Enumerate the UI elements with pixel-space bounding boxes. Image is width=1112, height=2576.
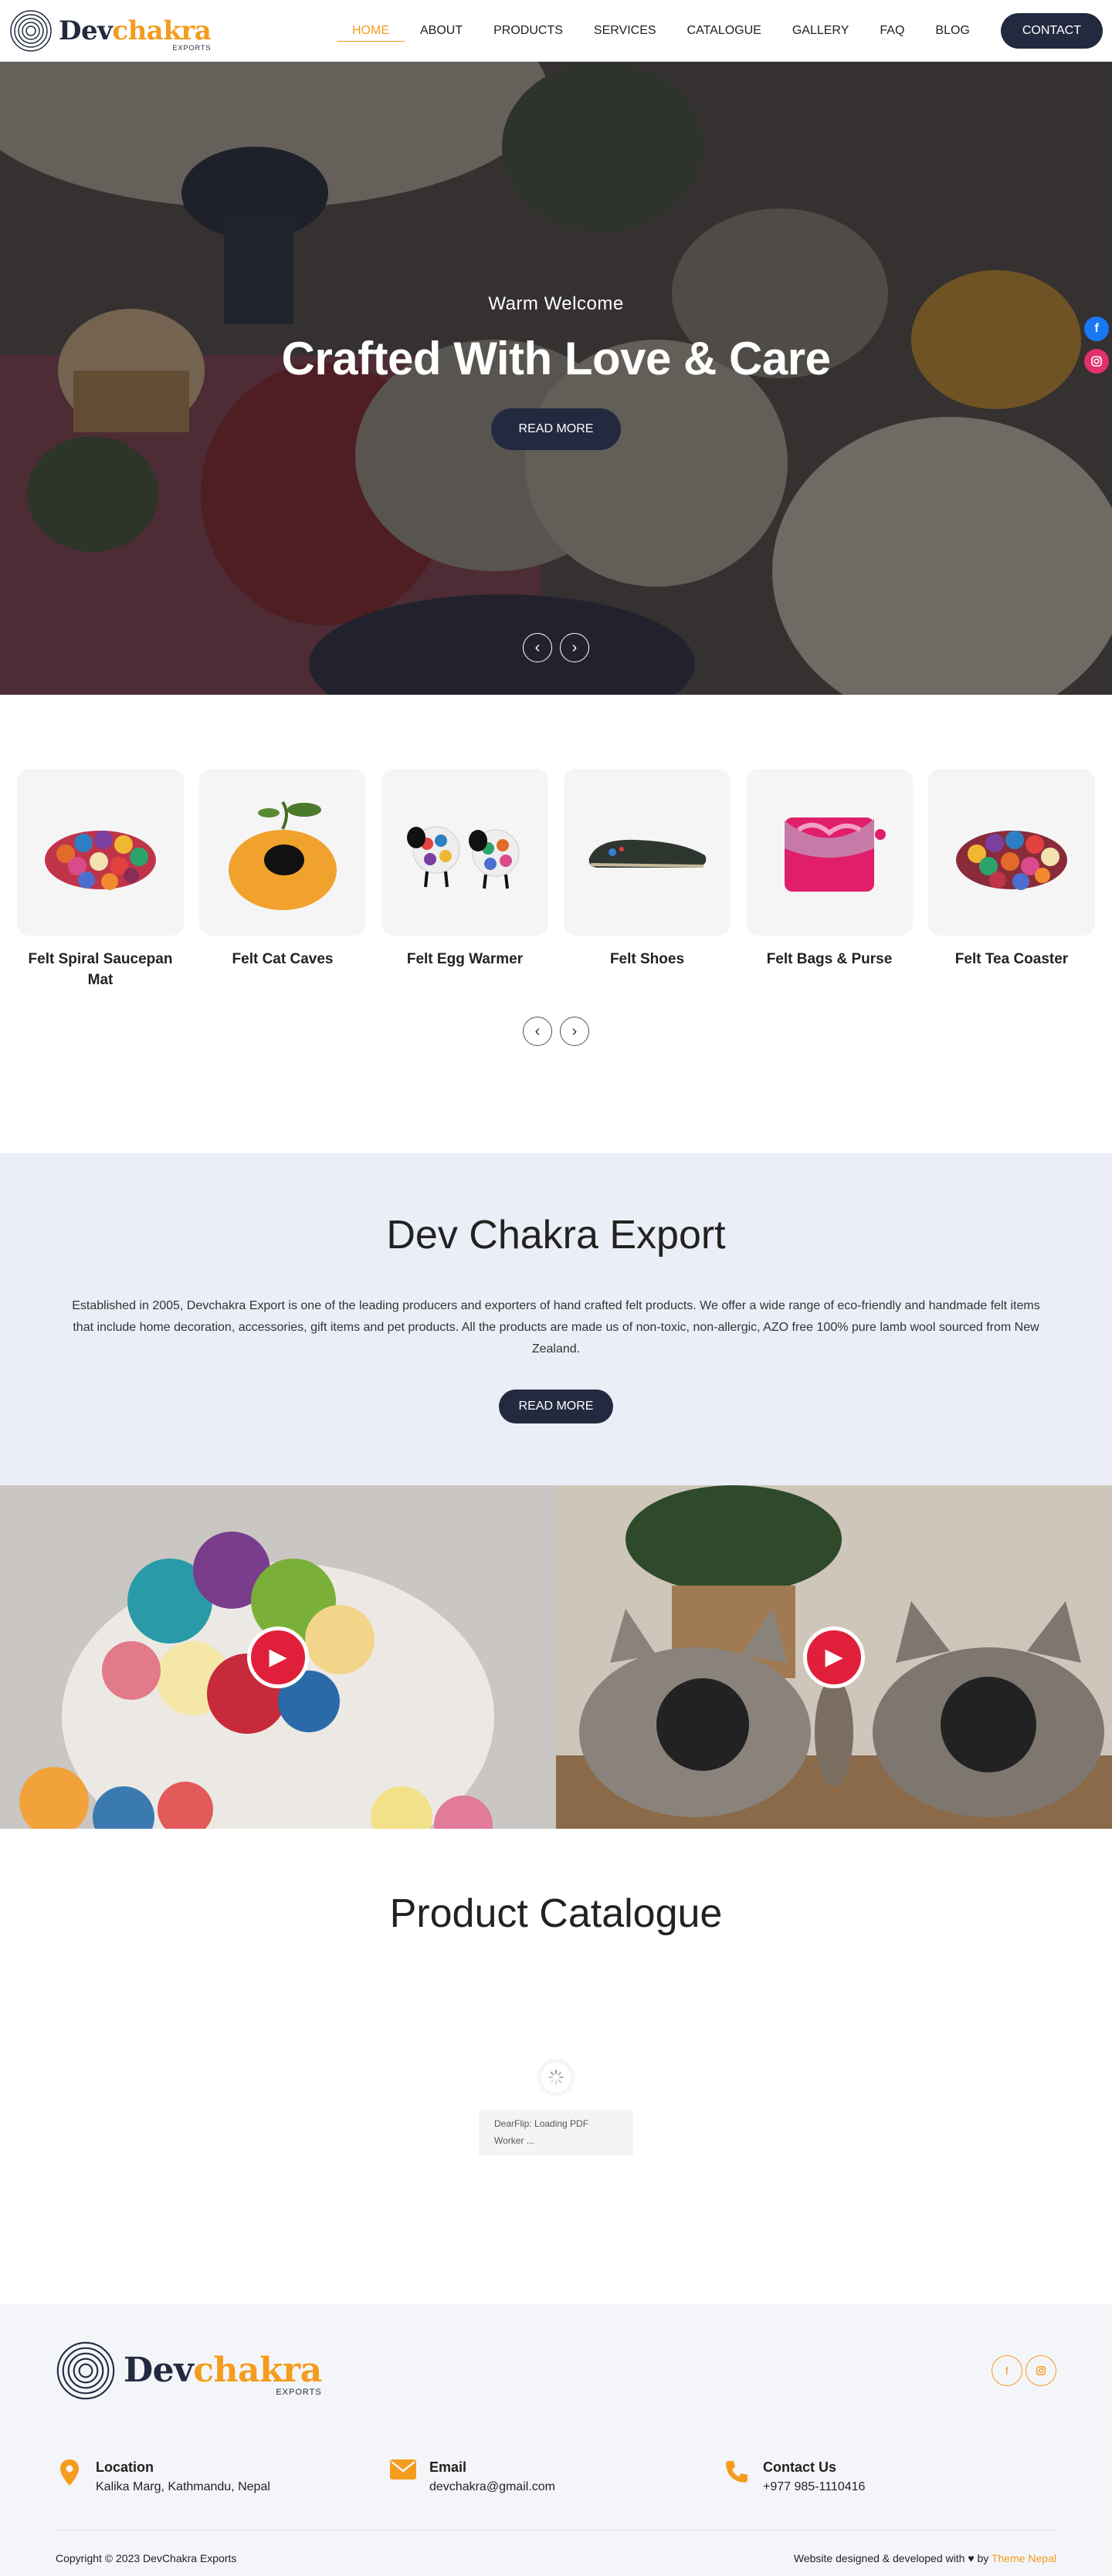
logo-dev: Dev: [59, 15, 113, 46]
nav-services[interactable]: SERVICES: [578, 24, 672, 38]
footer-logo-dev: Dev: [124, 2351, 194, 2390]
felt-shoe-image: [564, 769, 731, 936]
egg-warmer-image: [381, 769, 548, 936]
product-card[interactable]: Felt Bags & Purse: [746, 769, 913, 990]
instagram-icon[interactable]: [1026, 2355, 1056, 2386]
product-name: Felt Bags & Purse: [766, 951, 893, 967]
hero-read-more-button[interactable]: READ MORE: [490, 408, 622, 450]
footer-social: f: [992, 2355, 1056, 2386]
product-name: Felt Shoes: [609, 951, 685, 967]
chevron-left-icon[interactable]: ‹: [523, 1017, 552, 1047]
contact-button[interactable]: CONTACT: [1000, 12, 1103, 49]
hero-kicker: Warm Welcome: [488, 293, 624, 314]
product-name: Felt Cat Caves: [232, 951, 334, 967]
footer-logo-chakra: chakra: [193, 2351, 322, 2390]
play-icon[interactable]: ▶: [247, 1626, 309, 1688]
contact-email: Email devchakra@gmail.com: [389, 2459, 723, 2494]
copyright: Copyright © 2023 DevChakra Exports: [56, 2552, 237, 2564]
spiral-logo-icon: [56, 2341, 115, 2400]
map-pin-icon: [56, 2459, 83, 2494]
contact-value[interactable]: +977 985-1110416: [763, 2480, 865, 2494]
product-list: Felt Spiral Saucepan Mat Felt Cat Caves: [17, 769, 1095, 990]
catalogue-section: Product Catalogue DearFlip: Loading PDF …: [0, 1829, 1112, 2304]
video-felt-balls[interactable]: ▶: [0, 1485, 556, 1829]
site-footer: Devchakra EXPORTS f Location Kalika Marg…: [0, 2304, 1112, 2576]
product-card[interactable]: Felt Spiral Saucepan Mat: [17, 769, 184, 990]
contact-value[interactable]: devchakra@gmail.com: [429, 2480, 555, 2494]
logo[interactable]: Devchakra EXPORTS: [9, 9, 212, 52]
about-section: Dev Chakra Export Established in 2005, D…: [0, 1153, 1112, 1485]
about-title: Dev Chakra Export: [386, 1213, 726, 1258]
heart-icon: ♥: [968, 2552, 975, 2564]
logo-chakra: chakra: [112, 15, 212, 46]
footer-logo[interactable]: Devchakra EXPORTS: [56, 2341, 322, 2401]
contact-location: Location Kalika Marg, Kathmandu, Nepal: [56, 2459, 389, 2494]
contact-title: Contact Us: [763, 2459, 837, 2475]
felt-mat-image: [17, 769, 184, 936]
nav-gallery[interactable]: GALLERY: [777, 24, 865, 38]
facebook-icon[interactable]: f: [992, 2355, 1022, 2386]
site-header: Devchakra EXPORTS HOME ABOUT PRODUCTS SE…: [0, 0, 1112, 62]
product-card[interactable]: Felt Egg Warmer: [381, 769, 548, 990]
product-card[interactable]: Felt Tea Coaster: [928, 769, 1095, 990]
play-icon[interactable]: ▶: [803, 1626, 865, 1688]
chevron-left-icon[interactable]: ‹: [523, 633, 552, 662]
floating-social: f: [1084, 316, 1109, 374]
phone-icon: [723, 2459, 751, 2494]
product-name: Felt Egg Warmer: [406, 951, 524, 967]
footer-logo-sub: EXPORTS: [276, 2388, 322, 2397]
hero-headline: Crafted With Love & Care: [281, 333, 831, 384]
chevron-right-icon[interactable]: ›: [560, 1017, 589, 1047]
tea-coaster-image: [928, 769, 1095, 936]
main-nav: HOME ABOUT PRODUCTS SERVICES CATALOGUE G…: [337, 12, 1103, 49]
instagram-icon[interactable]: [1084, 349, 1109, 374]
footer-top: Devchakra EXPORTS f: [56, 2341, 1056, 2401]
logo-sub: EXPORTS: [172, 43, 212, 52]
credit: Website designed & developed with ♥ by T…: [794, 2552, 1056, 2564]
spinner-icon: [541, 2062, 571, 2093]
footer-contacts: Location Kalika Marg, Kathmandu, Nepal E…: [56, 2459, 1056, 2494]
nav-home[interactable]: HOME: [337, 24, 405, 42]
hero-arrows: ‹ ›: [0, 633, 1112, 662]
nav-about[interactable]: ABOUT: [405, 24, 478, 38]
product-card[interactable]: Felt Shoes: [564, 769, 731, 990]
products-carousel: Felt Spiral Saucepan Mat Felt Cat Caves: [0, 695, 1112, 1153]
product-name: Felt Spiral Saucepan Mat: [28, 951, 173, 988]
nav-faq[interactable]: FAQ: [864, 24, 920, 38]
about-read-more-button[interactable]: READ MORE: [498, 1390, 614, 1423]
footer-bottom: Copyright © 2023 DevChakra Exports Websi…: [56, 2530, 1056, 2564]
product-card[interactable]: Felt Cat Caves: [199, 769, 366, 990]
catalogue-title: Product Catalogue: [389, 1891, 723, 1936]
spiral-logo-icon: [10, 9, 52, 52]
chevron-right-icon[interactable]: ›: [560, 633, 589, 662]
video-cat-caves[interactable]: ▶: [556, 1485, 1112, 1829]
credit-brand-link[interactable]: Theme Nepal: [992, 2552, 1056, 2564]
contact-phone: Contact Us +977 985-1110416: [723, 2459, 1056, 2494]
credit-by: by: [977, 2552, 989, 2564]
contact-title: Email: [429, 2459, 467, 2475]
credit-prefix: Website designed & developed with: [793, 2552, 965, 2564]
nav-products[interactable]: PRODUCTS: [478, 24, 578, 38]
hero-content: Warm Welcome Crafted With Love & Care RE…: [0, 293, 1112, 450]
facebook-icon[interactable]: f: [1084, 316, 1109, 341]
video-gallery: ▶ ▶: [0, 1485, 1112, 1829]
felt-bag-image: [746, 769, 913, 936]
contact-title: Location: [96, 2459, 154, 2475]
hero-slider: Warm Welcome Crafted With Love & Care RE…: [0, 62, 1112, 695]
contact-value: Kalika Marg, Kathmandu, Nepal: [96, 2480, 270, 2493]
product-name: Felt Tea Coaster: [954, 951, 1069, 967]
footer-logo-text: Devchakra EXPORTS: [124, 2351, 322, 2397]
envelope-icon: [389, 2459, 417, 2494]
product-arrows: ‹ ›: [17, 1017, 1095, 1047]
nav-blog[interactable]: BLOG: [920, 24, 985, 38]
logo-text: Devchakra EXPORTS: [59, 15, 212, 52]
nav-catalogue[interactable]: CATALOGUE: [672, 24, 777, 38]
about-text: Established in 2005, Devchakra Export is…: [72, 1299, 1040, 1356]
cat-cave-image: [199, 769, 366, 936]
pdf-loading-message: DearFlip: Loading PDF Worker ...: [479, 2110, 633, 2156]
